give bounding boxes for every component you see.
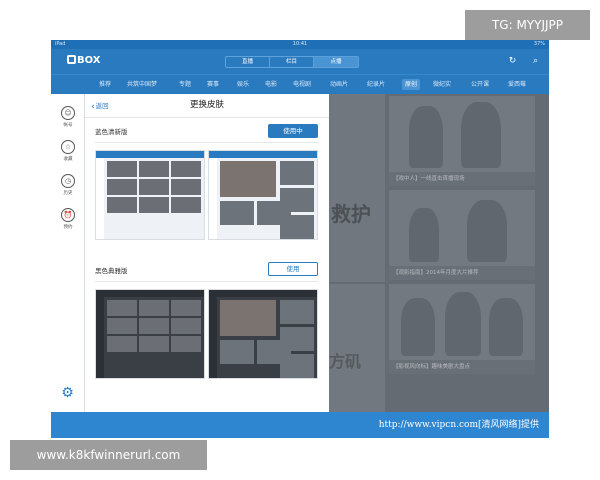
status-bar: iPad 10:41 37% [51,40,549,49]
category-item[interactable]: 爱西莓 [508,79,526,90]
category-item[interactable]: 电视剧 [293,79,311,90]
category-item[interactable]: 动画片 [330,79,348,90]
user-icon: ☺ [61,106,75,120]
skin-use-button[interactable]: 使用 [268,262,318,276]
preview-grid [107,161,201,213]
mode-segmented-control: 直播 栏目 点播 [225,56,359,68]
top-header: BOX 直播 栏目 点播 ↻ ⌕ [51,49,549,74]
divider [95,142,319,143]
watermark-url: www.k8kfwinnerurl.com [10,440,207,470]
rail-item-history[interactable]: ◷ 历史 [51,174,85,196]
clock: 10:41 [292,41,308,47]
refresh-icon[interactable]: ↻ [507,56,518,67]
category-item[interactable]: 微纪实 [433,79,451,90]
rail-item-favorites[interactable]: ☆ 收藏 [51,140,85,162]
skin-name: 黑色典雅版 [95,267,128,275]
rail-item-account[interactable]: ☺ 帐号 [51,106,85,128]
preview-topbar [209,290,317,297]
segment-live[interactable]: 直播 [226,57,270,67]
preview-topbar [209,151,317,158]
logo-box-icon [67,55,76,64]
dim-overlay[interactable] [329,94,549,412]
logo-text: BOX [77,55,101,66]
rail-item-label: 收藏 [63,157,73,162]
preview-sidebar [96,297,104,378]
battery-level: 37% [533,41,545,47]
search-icon[interactable]: ⌕ [530,56,541,67]
category-item[interactable]: 赛事 [207,79,219,90]
rail-item-label: 帐号 [63,123,73,128]
preview-topbar [96,290,204,297]
skin-preview-dark-left[interactable] [95,289,205,379]
category-item[interactable]: 娱乐 [237,79,249,90]
segment-vod[interactable]: 点播 [314,57,358,67]
rail-item-label: 预约 [63,225,73,230]
preview-tile [280,215,314,239]
rail-item-reservations[interactable]: ⏰ 预约 [51,208,85,230]
skin-name: 蓝色清新版 [95,128,128,136]
category-nav: 推荐 共筑中国梦 专题 赛事 娱乐 电影 电视剧 动画片 纪录片 原创 微纪实 … [51,74,549,94]
category-item[interactable]: 公开课 [471,79,489,90]
preview-hero [220,300,276,336]
preview-tile [280,161,314,185]
rail-item-label: 历史 [63,191,73,196]
category-item[interactable]: 专题 [179,79,191,90]
preview-sidebar [209,158,217,239]
preview-topbar [96,151,204,158]
preview-tile [220,201,254,225]
watermark-tg: TG: MYYJJPP [465,10,590,40]
app-window: iPad 10:41 37% BOX 直播 栏目 点播 ↻ ⌕ 推荐 共筑中国梦… [51,40,549,438]
gear-icon[interactable]: ⚙ [60,386,75,401]
page-title: 更换皮肤 [189,100,224,110]
preview-sidebar [96,158,104,239]
skin-preview-blue-left[interactable] [95,150,205,240]
preview-sidebar [209,297,217,378]
side-rail: ☺ 帐号 ☆ 收藏 ◷ 历史 ⏰ 预约 ⚙ [51,94,85,412]
skin-panel: ‹返回 更换皮肤 蓝色清新版 使用中 黑色典雅版 使用 [85,94,329,412]
preview-tile [220,340,254,364]
watermark-strip-text: http://www.vipcn.com[清风网络]提供 [378,420,539,430]
app-logo: BOX [67,55,100,67]
preview-grid [107,300,201,352]
segment-column[interactable]: 栏目 [270,57,314,67]
skin-preview-dark-right[interactable] [208,289,318,379]
category-item[interactable]: 共筑中国梦 [127,79,157,90]
category-item[interactable]: 电影 [265,79,277,90]
divider [95,281,319,282]
category-item[interactable]: 推荐 [99,79,111,90]
skin-preview-blue-right[interactable] [208,150,318,240]
skin-in-use-button[interactable]: 使用中 [268,124,318,138]
preview-tile [280,300,314,324]
watermark-strip: http://www.vipcn.com[清风网络]提供 [51,412,549,438]
star-icon: ☆ [61,140,75,154]
alarm-icon: ⏰ [61,208,75,222]
preview-hero [220,161,276,197]
category-item[interactable]: 纪录片 [367,79,385,90]
content-grid: 救护 方矶 【戏中人】一线直击首播现场 【观影指南】2014年月度大片推荐 【影… [329,94,549,412]
panel-header: ‹返回 更换皮肤 [85,94,329,118]
clock-icon: ◷ [61,174,75,188]
category-item-active[interactable]: 原创 [402,79,421,90]
preview-tile [280,354,314,378]
